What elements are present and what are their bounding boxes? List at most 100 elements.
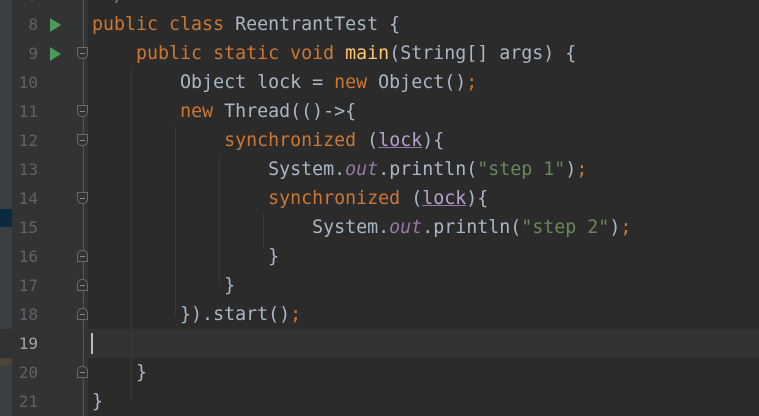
code-token: */ (92, 0, 125, 6)
run-icon[interactable] (50, 47, 61, 61)
code-token: (String[] args) { (389, 43, 577, 64)
code-token: lock (378, 130, 423, 151)
code-line-17[interactable]: 17 } (0, 271, 759, 300)
code-line-18[interactable]: 18 }).start(); (0, 300, 759, 329)
code-token: ( (411, 188, 423, 209)
code-token: } (92, 246, 280, 267)
line-number[interactable]: 7 (12, 0, 38, 10)
code-token: ) (565, 159, 577, 180)
code-text: }).start(); (92, 300, 301, 329)
fold-close-icon[interactable] (77, 366, 88, 378)
fold-close-icon[interactable] (77, 308, 88, 320)
code-token: synchronized (268, 188, 412, 209)
code-line-8[interactable]: 8 public class ReentrantTest { (0, 10, 759, 39)
code-token: ; (620, 217, 632, 238)
code-text: } (92, 387, 103, 416)
line-number[interactable]: 9 (12, 39, 38, 68)
fold-open-icon[interactable] (77, 192, 88, 204)
code-token: Thread(()->{ (224, 101, 357, 122)
code-text: System.out.println("step 1"); (92, 155, 587, 184)
fold-line (83, 0, 84, 416)
code-token: "step 2" (521, 217, 610, 238)
indent-guide (219, 155, 220, 286)
code-line-13[interactable]: 13 System.out.println("step 1"); (0, 155, 759, 184)
line-number[interactable]: 8 (12, 10, 38, 39)
code-text: } (92, 242, 279, 271)
code-token: public class (92, 14, 236, 35)
code-text: System.out.println("step 2"); (92, 213, 631, 242)
code-token: ; (466, 72, 478, 93)
code-token: }).start() (92, 304, 291, 325)
code-line-9[interactable]: 9 public static void main(String[] args)… (0, 39, 759, 68)
line-number[interactable]: 11 (12, 97, 38, 126)
line-number[interactable]: 21 (12, 387, 38, 416)
code-line-19[interactable]: 19 (0, 329, 759, 358)
code-token: main (345, 43, 390, 64)
code-token: ; (290, 304, 302, 325)
line-number[interactable]: 12 (12, 126, 38, 155)
line-number[interactable]: 10 (12, 68, 38, 97)
code-text: public static void main(String[] args) { (92, 39, 576, 68)
code-token: ( (367, 130, 379, 151)
code-line-15[interactable]: 15 System.out.println("step 2"); (0, 213, 759, 242)
code-token: ){ (422, 130, 445, 151)
code-text: } (92, 271, 235, 300)
code-text: public class ReentrantTest { (92, 10, 400, 39)
code-line-11[interactable]: 11 new Thread(()->{ (0, 97, 759, 126)
line-number[interactable]: 19 (12, 329, 38, 358)
indent-guide (131, 68, 132, 400)
code-token: public static void (136, 43, 346, 64)
code-text: } (92, 358, 147, 387)
code-text: Object lock = new Object(); (92, 68, 477, 97)
fold-open-icon[interactable] (77, 105, 88, 117)
fold-open-icon[interactable] (77, 47, 88, 59)
code-token: new (334, 72, 379, 93)
code-token: ) (609, 217, 621, 238)
indent-guide (263, 213, 264, 248)
run-icon[interactable] (50, 18, 61, 32)
code-line-21[interactable]: 21} (0, 387, 759, 416)
text-caret (91, 333, 93, 354)
code-line-14[interactable]: 14 synchronized (lock){ (0, 184, 759, 213)
code-token: } (92, 391, 104, 412)
code-text: synchronized (lock){ (92, 184, 488, 213)
code-token: System. (92, 217, 390, 238)
fold-open-icon[interactable] (77, 134, 88, 146)
code-token: ){ (466, 188, 489, 209)
code-token: } (92, 362, 148, 383)
code-token: "step 1" (477, 159, 566, 180)
code-token: Object() (378, 72, 467, 93)
line-number[interactable]: 20 (12, 358, 38, 387)
fold-close-icon[interactable] (77, 279, 88, 291)
line-number[interactable]: 16 (12, 242, 38, 271)
code-text: synchronized (lock){ (92, 126, 444, 155)
indent-guide (175, 126, 176, 316)
code-token: out (389, 217, 423, 238)
code-token: ; (576, 159, 588, 180)
line-number[interactable]: 15 (12, 213, 38, 242)
code-token: .println( (422, 217, 522, 238)
code-token: out (345, 159, 379, 180)
code-token: Object lock = (92, 72, 335, 93)
code-line-7[interactable]: 7 */ (0, 0, 759, 10)
line-number[interactable]: 17 (12, 271, 38, 300)
code-token: synchronized (224, 130, 368, 151)
code-line-12[interactable]: 12 synchronized (lock){ (0, 126, 759, 155)
code-token: lock (422, 188, 467, 209)
line-number[interactable]: 13 (12, 155, 38, 184)
code-token: new (180, 101, 225, 122)
line-number[interactable]: 14 (12, 184, 38, 213)
code-line-10[interactable]: 10 Object lock = new Object(); (0, 68, 759, 97)
fold-close-icon[interactable] (77, 250, 88, 262)
code-token: } (92, 275, 236, 296)
code-line-16[interactable]: 16 } (0, 242, 759, 271)
code-text: */ (92, 0, 125, 10)
line-number[interactable]: 18 (12, 300, 38, 329)
code-line-20[interactable]: 20 } (0, 358, 759, 387)
code-token: ReentrantTest { (235, 14, 401, 35)
code-token: .println( (378, 159, 478, 180)
